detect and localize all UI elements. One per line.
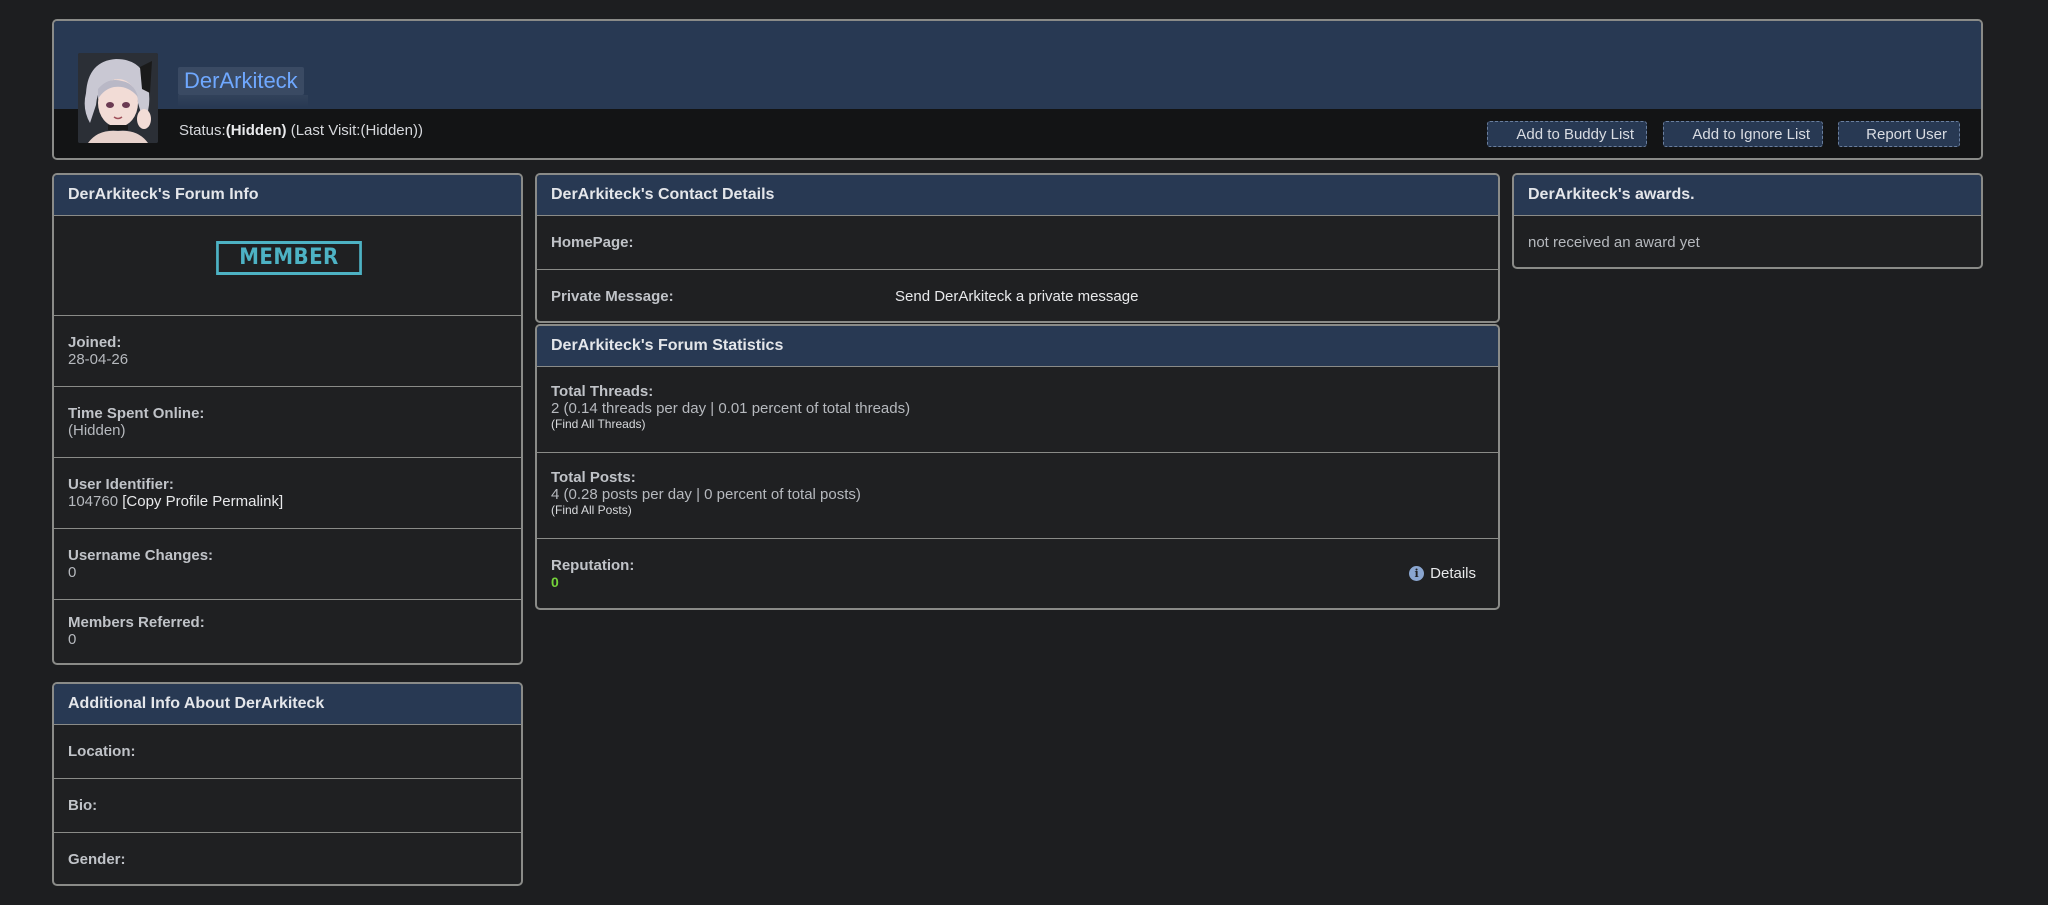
member-badge-row: MEMBER [54, 215, 521, 315]
forum-statistics-title: DerArkiteck's Forum Statistics [537, 326, 1498, 366]
add-to-ignore-list-button[interactable]: Add to Ignore List [1663, 121, 1823, 147]
awards-row: not received an award yet [1514, 215, 1981, 267]
additional-info-title: Additional Info About DerArkiteck [54, 684, 521, 724]
contact-details-panel: DerArkiteck's Contact Details HomePage: … [535, 173, 1500, 323]
send-private-message-link[interactable]: Send DerArkiteck a private message [895, 288, 1138, 305]
location-row: Location: [54, 724, 521, 778]
total-threads-label: Total Threads: [551, 383, 654, 400]
details-label[interactable]: Details [1430, 565, 1476, 582]
member-badge: MEMBER [216, 241, 362, 275]
user-identifier-label: User Identifier: [68, 476, 174, 493]
homepage-label: HomePage: [551, 234, 634, 251]
joined-row: Joined: 28-04-26 [54, 315, 521, 386]
profile-header: DerArkiteck Status:(Hidden) (Last Visit:… [52, 19, 1983, 160]
reputation-details-link[interactable]: i Details [1409, 565, 1476, 582]
last-visit: (Last Visit:(Hidden)) [290, 122, 423, 139]
gender-label: Gender: [68, 851, 126, 868]
reputation-row: Reputation: 0 i Details [537, 538, 1498, 608]
total-posts-row: Total Posts: 4 (0.28 posts per day | 0 p… [537, 452, 1498, 538]
report-user-button[interactable]: Report User [1838, 121, 1960, 147]
bio-row: Bio: [54, 778, 521, 832]
location-label: Location: [68, 743, 136, 760]
copy-permalink-link[interactable]: [Copy Profile Permalink] [122, 493, 283, 510]
username-changes-value: 0 [68, 564, 77, 581]
username-changes-row: Username Changes: 0 [54, 528, 521, 599]
username-underlay [178, 95, 308, 107]
forum-info-panel: DerArkiteck's Forum Info MEMBER Joined: … [52, 173, 523, 665]
members-referred-label: Members Referred: [68, 614, 205, 631]
awards-panel: DerArkiteck's awards. not received an aw… [1512, 173, 1983, 269]
status-line: Status:(Hidden) (Last Visit:(Hidden)) [179, 122, 423, 139]
joined-label: Joined: [68, 334, 122, 351]
info-icon: i [1409, 566, 1425, 581]
status-label: Status: [179, 122, 226, 139]
total-threads-row: Total Threads: 2 (0.14 threads per day |… [537, 366, 1498, 452]
avatar[interactable] [78, 53, 158, 143]
total-posts-value: 4 (0.28 posts per day | 0 percent of tot… [551, 486, 861, 503]
username-changes-label: Username Changes: [68, 547, 214, 564]
awards-title: DerArkiteck's awards. [1514, 175, 1981, 215]
status-value: (Hidden) [225, 122, 287, 139]
reputation-value[interactable]: 0 [551, 574, 1484, 590]
total-threads-value: 2 (0.14 threads per day | 0.01 percent o… [551, 400, 911, 417]
time-online-row: Time Spent Online: (Hidden) [54, 386, 521, 457]
total-posts-label: Total Posts: [551, 469, 636, 486]
members-referred-value: 0 [68, 631, 77, 648]
members-referred-row: Members Referred: 0 [54, 599, 521, 663]
contact-details-title: DerArkiteck's Contact Details [537, 175, 1498, 215]
user-identifier-value: 104760 [68, 493, 119, 510]
reputation-label: Reputation: [551, 557, 635, 574]
find-all-threads-link[interactable]: (Find All Threads) [551, 417, 1484, 431]
homepage-row: HomePage: [537, 215, 1498, 269]
bio-label: Bio: [68, 797, 98, 814]
additional-info-panel: Additional Info About DerArkiteck Locati… [52, 682, 523, 886]
header-banner [54, 21, 1981, 109]
add-to-buddy-list-button[interactable]: Add to Buddy List [1487, 121, 1647, 147]
private-message-row: Private Message: Send DerArkiteck a priv… [537, 269, 1498, 321]
forum-statistics-panel: DerArkiteck's Forum Statistics Total Thr… [535, 324, 1500, 610]
user-identifier-row: User Identifier: 104760 [Copy Profile Pe… [54, 457, 521, 528]
awards-text: not received an award yet [1528, 234, 1700, 251]
username[interactable]: DerArkiteck [184, 68, 298, 93]
gender-row: Gender: [54, 832, 521, 884]
find-all-posts-link[interactable]: (Find All Posts) [551, 503, 1484, 517]
username-box[interactable]: DerArkiteck [178, 67, 304, 95]
forum-info-title: DerArkiteck's Forum Info [54, 175, 521, 215]
time-online-label: Time Spent Online: [68, 405, 205, 422]
joined-value: 28-04-26 [68, 351, 129, 368]
time-online-value: (Hidden) [68, 422, 126, 439]
